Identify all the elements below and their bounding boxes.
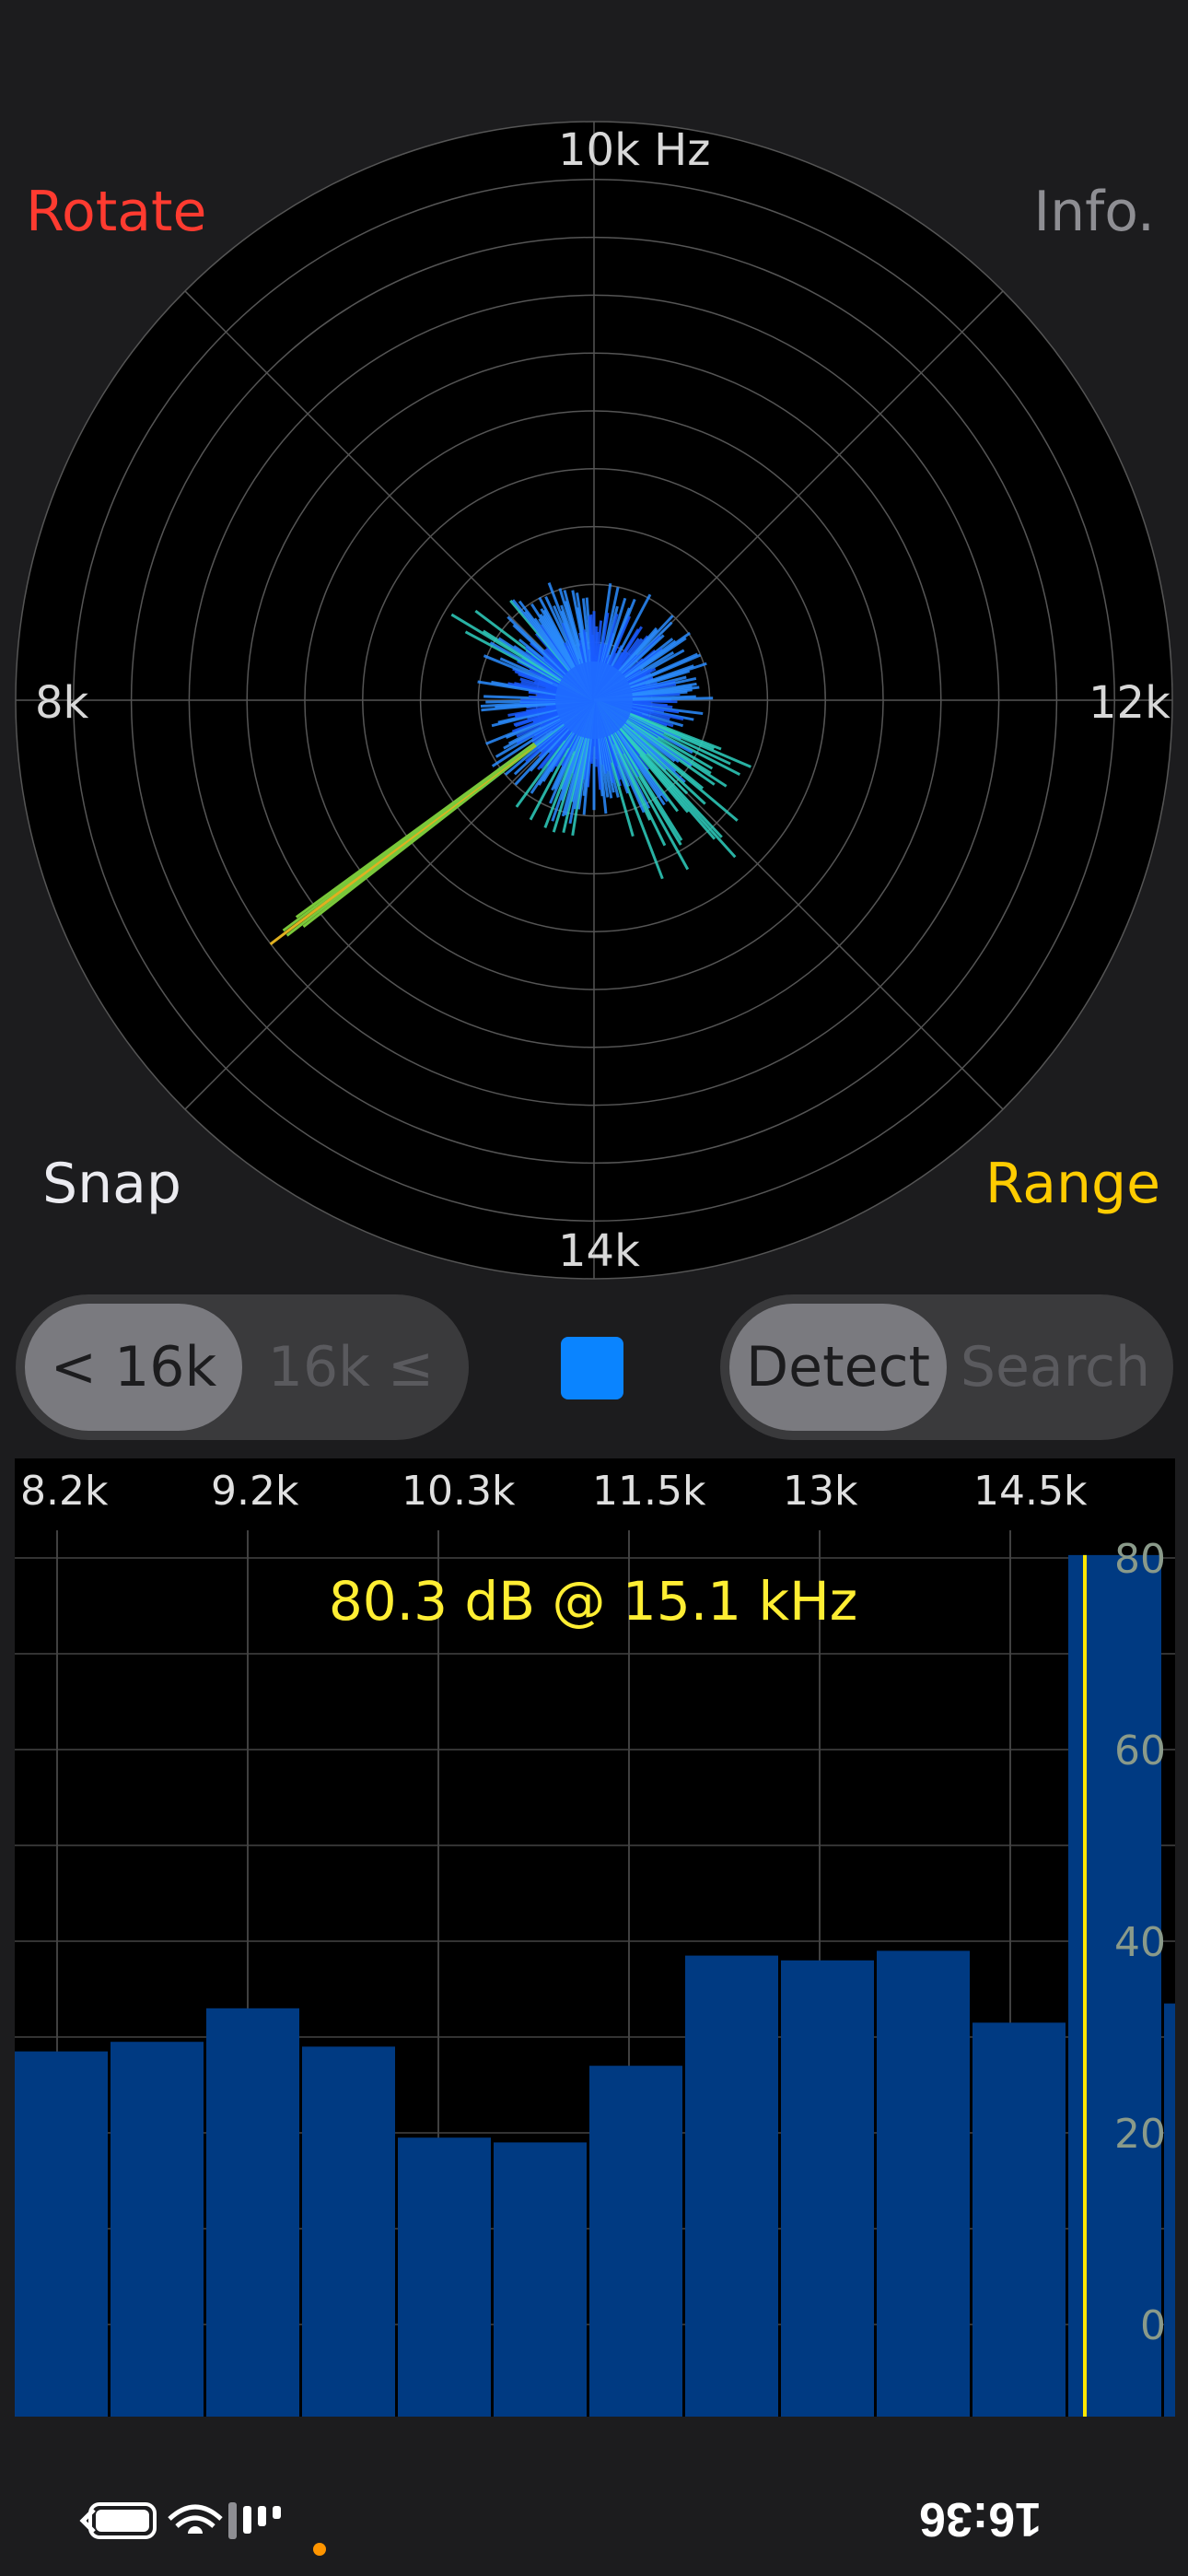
frequency-range-segment: < 16k 16k ≤ xyxy=(16,1294,469,1440)
spectrum-bar xyxy=(398,2137,491,2417)
spectrum-bar xyxy=(1164,2003,1175,2417)
range-button[interactable]: Range xyxy=(985,1152,1160,1216)
spectrum-bar xyxy=(781,1960,874,2417)
signal-icon xyxy=(228,2502,281,2539)
wifi-icon xyxy=(168,2504,223,2534)
status-bar: 16:36 xyxy=(0,2451,1188,2576)
spectrum-bar xyxy=(206,2008,299,2417)
spectrum-bar xyxy=(15,2051,108,2417)
spectrum-bar xyxy=(494,2142,587,2417)
status-icons xyxy=(79,2502,281,2539)
spectrum-bar xyxy=(111,2042,204,2417)
spectrum-readout: 80.3 dB @ 15.1 kHz xyxy=(329,1570,857,1633)
spectrum-x-tick: 13k xyxy=(783,1468,858,1515)
snap-button[interactable]: Snap xyxy=(42,1152,181,1216)
range-below-16k-option[interactable]: < 16k xyxy=(25,1304,242,1431)
spectrum-bar xyxy=(302,2046,395,2417)
spectrum-x-tick: 11.5k xyxy=(592,1468,706,1515)
search-option[interactable]: Search xyxy=(947,1304,1164,1431)
spectrum-x-tick: 8.2k xyxy=(20,1468,109,1515)
polar-display: 10k Hz 8k 12k 14k Rotate Info. Snap Rang… xyxy=(0,0,1188,1290)
spectrum-chart: 8.2k 9.2k 10.3k 11.5k 13k 14.5k 80 60 40 20 0 80.3 … xyxy=(15,1458,1175,2417)
spectrum-bar xyxy=(589,2066,682,2417)
status-time: 16:36 xyxy=(919,2492,1042,2546)
battery-icon xyxy=(79,2502,157,2539)
recording-dot xyxy=(313,2543,326,2556)
spectrum-y-tick: 60 xyxy=(1114,1727,1166,1774)
spectrum-y-tick: 40 xyxy=(1114,1919,1166,1966)
detect-option[interactable]: Detect xyxy=(729,1304,947,1431)
polar-label-top: 10k Hz xyxy=(558,124,711,176)
spectrum-x-tick: 9.2k xyxy=(211,1468,299,1515)
polar-label-right: 12k xyxy=(1089,677,1171,729)
spectrum-x-tick: 14.5k xyxy=(973,1468,1088,1515)
range-above-16k-option[interactable]: 16k ≤ xyxy=(242,1304,460,1431)
stop-indicator-button[interactable] xyxy=(561,1337,623,1399)
spectrum-y-tick: 80 xyxy=(1114,1536,1166,1583)
spectrum-y-tick: 20 xyxy=(1114,2111,1166,2158)
spectrum-bar xyxy=(973,2022,1066,2417)
polar-label-bottom: 14k xyxy=(558,1225,640,1277)
rotate-button[interactable]: Rotate xyxy=(26,180,206,244)
spectrum-x-tick: 10.3k xyxy=(402,1468,516,1515)
polar-label-left: 8k xyxy=(35,677,89,729)
spectrum-bar xyxy=(877,1950,970,2417)
spectrum-y-tick: 0 xyxy=(1140,2302,1166,2349)
polar-center xyxy=(555,662,633,739)
spectrum-bar xyxy=(685,1955,778,2417)
spectrum-svg: 8.2k 9.2k 10.3k 11.5k 13k 14.5k 80 60 40 20 0 80.3 … xyxy=(15,1468,1175,2417)
info-button[interactable]: Info. xyxy=(1033,180,1155,244)
spectrum-peak-bar xyxy=(1068,1554,1161,2417)
mode-segment: Detect Search xyxy=(720,1294,1173,1440)
